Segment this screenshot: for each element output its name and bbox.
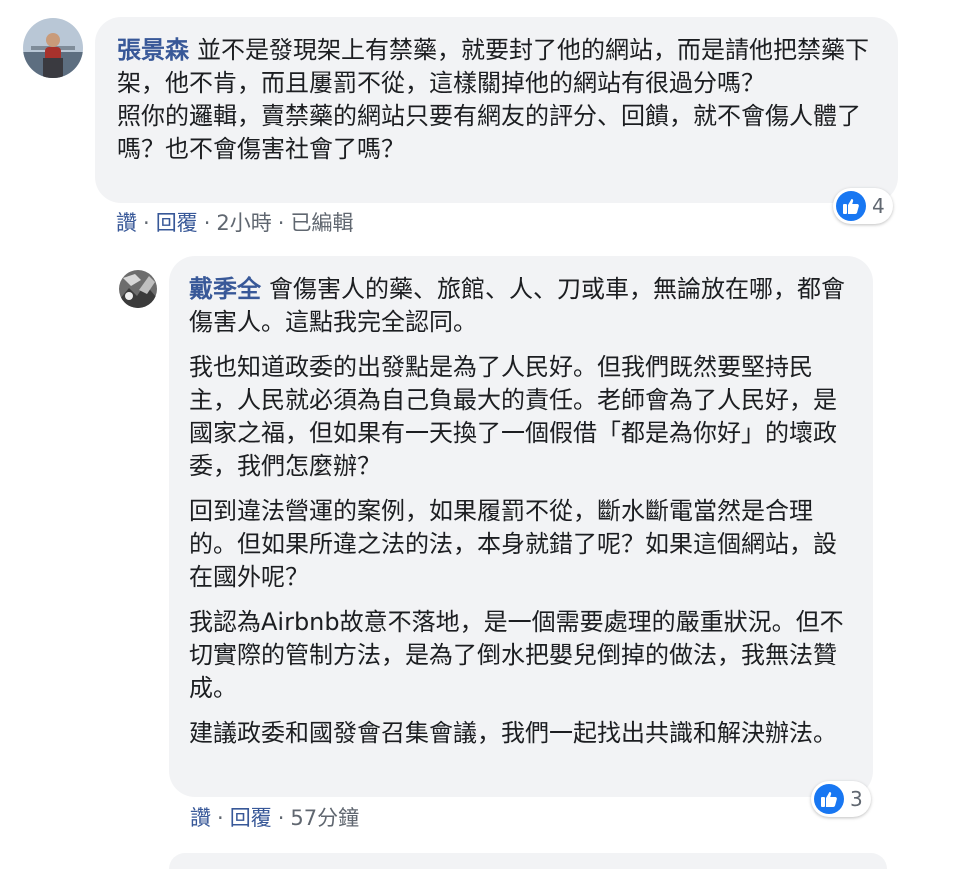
author-name[interactable]: 戴季全 bbox=[189, 275, 261, 303]
comment-paragraph: 照你的邏輯，賣禁藥的網站只要有網友的評分、回饋，就不會傷人體了嗎？也不會傷害社會… bbox=[117, 102, 861, 163]
reaction-badge[interactable]: 4 bbox=[833, 188, 893, 224]
comment-body: 會傷害人的藥、旅館、人、刀或車，無論放在哪，都會傷害人。這點我完全認同。 bbox=[189, 275, 845, 336]
like-thumbs-up-icon bbox=[814, 784, 844, 814]
comment-paragraph: 戴季全 會傷害人的藥、旅館、人、刀或車，無論放在哪，都會傷害人。這點我完全認同。 bbox=[189, 273, 853, 339]
reaction-count: 3 bbox=[850, 787, 863, 811]
reply-button[interactable]: 回覆 bbox=[230, 806, 272, 830]
avatar-photo bbox=[119, 270, 157, 308]
author-name[interactable]: 張景森 bbox=[117, 36, 189, 64]
comment-paragraph: 建議政委和國發會召集會議，我們一起找出共識和解決辦法。 bbox=[189, 719, 837, 747]
commenter-avatar[interactable] bbox=[119, 270, 157, 308]
comment-body: 並不是發現架上有禁藥，就要封了他的網站，而是請他把禁藥下架，他不肯，而且屢罰不從… bbox=[117, 36, 869, 97]
commenter-avatar[interactable] bbox=[23, 18, 83, 78]
comment-timestamp[interactable]: 2小時 bbox=[216, 211, 271, 235]
like-thumbs-up-icon bbox=[836, 191, 866, 221]
comment-paragraph: 我認為Airbnb故意不落地，是一個需要處理的嚴重狀況。但不切實際的管制方法，是… bbox=[189, 608, 844, 702]
avatar-photo bbox=[23, 18, 83, 78]
like-button[interactable]: 讚 bbox=[190, 806, 211, 830]
reply-button[interactable]: 回覆 bbox=[156, 211, 198, 235]
reaction-badge[interactable]: 3 bbox=[811, 781, 871, 817]
comment-timestamp[interactable]: 57分鐘 bbox=[290, 806, 359, 830]
comment-actions: 讚 · 回覆 · 2小時 · 已編輯 bbox=[116, 211, 354, 235]
next-comment-bubble bbox=[169, 853, 887, 869]
comment-actions: 讚 · 回覆 · 57分鐘 bbox=[190, 806, 360, 830]
comment-bubble: 張景森 並不是發現架上有禁藥，就要封了他的網站，而是請他把禁藥下架，他不肯，而且屢… bbox=[95, 17, 898, 203]
comment-bubble: 戴季全 會傷害人的藥、旅館、人、刀或車，無論放在哪，都會傷害人。這點我完全認同。 … bbox=[169, 256, 873, 797]
comment-paragraph: 張景森 並不是發現架上有禁藥，就要封了他的網站，而是請他把禁藥下架，他不肯，而且屢… bbox=[117, 34, 876, 100]
comment-paragraph: 我也知道政委的出發點是為了人民好。但我們既然要堅持民主，人民就必須為自己負最大的… bbox=[189, 353, 837, 480]
reaction-count: 4 bbox=[872, 194, 885, 218]
like-button[interactable]: 讚 bbox=[116, 211, 137, 235]
comment-paragraph: 回到違法營運的案例，如果履罰不從，斷水斷電當然是合理的。但如果所違之法的法，本身… bbox=[189, 497, 837, 591]
edited-label[interactable]: 已編輯 bbox=[290, 211, 353, 235]
